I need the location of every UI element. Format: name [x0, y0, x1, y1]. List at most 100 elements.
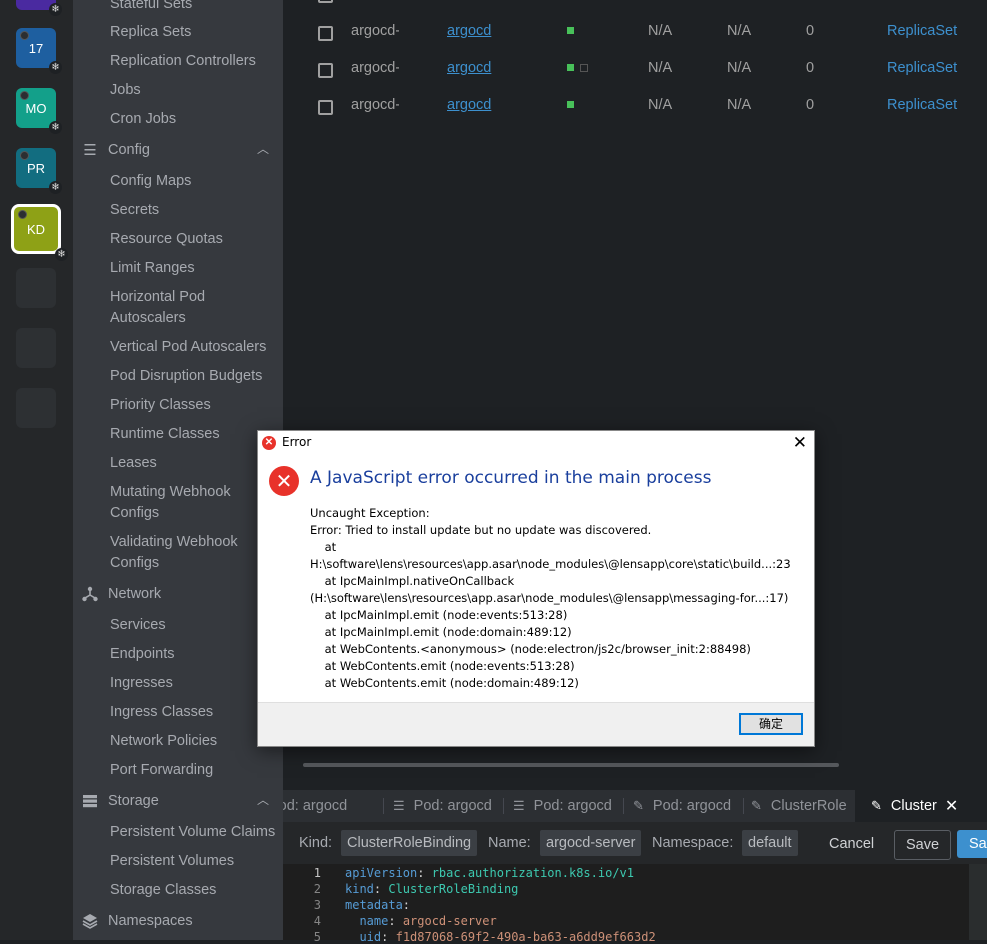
name-value: argocd-server — [540, 830, 642, 856]
ok-button[interactable]: 确定 — [739, 713, 803, 735]
edit-icon: ✎ — [633, 798, 644, 813]
sidebar-item-network-policies[interactable]: Network Policies — [110, 731, 277, 752]
tab-pod-logs-1[interactable]: Pod: argocd — [283, 790, 383, 822]
dialog-message: Uncaught Exception: Error: Tried to inst… — [310, 506, 791, 690]
hotbar-cluster-kd[interactable]: KD ❄ — [11, 204, 68, 261]
save-and-close-button[interactable]: Save — [957, 830, 987, 858]
sidebar-item-services[interactable]: Services — [110, 615, 277, 636]
line-number: 1 — [313, 866, 321, 880]
sidebar-item-pvc[interactable]: Persistent Volume Claims — [110, 822, 277, 843]
sidebar-group-label: Config — [108, 142, 150, 158]
namespace-link[interactable]: argocd — [447, 60, 491, 76]
list-icon: ☰ — [83, 142, 97, 159]
restarts-value: 0 — [806, 23, 815, 39]
line-number: 5 — [313, 930, 321, 944]
container-status — [567, 27, 574, 34]
sidebar-item-runtime-classes[interactable]: Runtime Classes — [110, 424, 277, 445]
tab-label: Pod: argocd — [652, 798, 732, 814]
sidebar-item-stateful-sets[interactable]: Stateful Sets — [110, 0, 277, 15]
sidebar-item-storage-classes[interactable]: Storage Classes — [110, 880, 277, 901]
controlled-by-link[interactable]: ReplicaSet — [887, 97, 957, 113]
yaml-value: ClusterRoleBinding — [388, 882, 519, 896]
sidebar-group-config[interactable]: ☰ Config ︿ — [81, 138, 277, 162]
close-icon[interactable]: ✕ — [793, 433, 807, 453]
cpu-value: N/A — [648, 60, 673, 76]
sidebar-item-replication-controllers[interactable]: Replication Controllers — [110, 51, 277, 72]
sidebar-item-jobs[interactable]: Jobs — [110, 80, 277, 101]
tab-pod-logs-3[interactable]: ☰ Pod: argocd — [513, 790, 613, 822]
sidebar-item-ingresses[interactable]: Ingresses — [110, 673, 277, 694]
hotbar-cluster-pr[interactable]: PR ❄ — [16, 148, 62, 194]
chevron-up-icon[interactable]: ︿ — [257, 140, 269, 157]
row-checkbox[interactable] — [318, 0, 333, 3]
dialog-footer: 确定 — [258, 702, 814, 746]
sidebar-item-cron-jobs[interactable]: Cron Jobs — [110, 109, 277, 130]
hotbar-cluster-mo[interactable]: MO ❄ — [16, 88, 62, 134]
pod-name: argocd- — [351, 23, 399, 39]
sidebar-group-network[interactable]: Network — [81, 582, 277, 606]
list-icon: ☰ — [393, 798, 405, 813]
sidebar-group-namespaces[interactable]: Namespaces — [81, 909, 277, 933]
error-dialog: ✕ Error ✕ ✕ A JavaScript error occurred … — [257, 430, 815, 747]
sidebar-item-config-maps[interactable]: Config Maps — [110, 171, 277, 192]
status-empty-icon — [580, 64, 588, 72]
tab-separator — [383, 798, 384, 814]
close-icon[interactable]: ✕ — [945, 796, 958, 816]
sidebar-item-mutating-webhooks[interactable]: Mutating Webhook Configs — [110, 482, 277, 524]
sidebar-item-replica-sets[interactable]: Replica Sets — [110, 22, 277, 43]
row-checkbox[interactable] — [318, 100, 333, 115]
tab-label: Cluster — [890, 798, 937, 814]
kubernetes-icon: ❄ — [49, 3, 62, 16]
controlled-by-link[interactable]: ReplicaSet — [887, 23, 957, 39]
hotbar-empty-slot[interactable] — [16, 388, 56, 428]
kubernetes-icon: ❄ — [55, 248, 68, 261]
code-line: metadata: — [345, 898, 411, 912]
error-icon: ✕ — [262, 436, 276, 450]
hotbar-empty-slot[interactable] — [16, 328, 56, 368]
sidebar-item-hpa[interactable]: Horizontal Pod Autoscalers — [110, 287, 277, 329]
dialog-titlebar: ✕ Error ✕ — [258, 431, 814, 455]
namespace-link[interactable]: argocd — [447, 23, 491, 39]
line-number: 3 — [313, 898, 321, 912]
tab-pod-edit[interactable]: ✎ Pod: argocd — [633, 790, 733, 822]
sidebar-item-priority-classes[interactable]: Priority Classes — [110, 395, 277, 416]
sidebar-group-storage[interactable]: Storage ︿ — [81, 789, 277, 813]
tab-pod-logs-2[interactable]: ☰ Pod: argocd — [393, 790, 493, 822]
row-checkbox[interactable] — [318, 26, 333, 41]
sidebar-item-vpa[interactable]: Vertical Pod Autoscalers — [110, 337, 277, 358]
sidebar: Stateful Sets Replica Sets Replication C… — [73, 0, 283, 940]
tab-clusterrolebinding-edit[interactable]: ✎ Cluster ✕ — [855, 790, 987, 822]
tab-label: Pod: argocd — [283, 798, 348, 814]
horizontal-scrollbar[interactable] — [303, 763, 839, 767]
table-row[interactable]: argocd- argocd N/A N/A 0 ReplicaSet — [283, 51, 987, 88]
sidebar-item-pv[interactable]: Persistent Volumes — [110, 851, 277, 872]
sidebar-item-endpoints[interactable]: Endpoints — [110, 644, 277, 665]
sidebar-item-validating-webhooks[interactable]: Validating Webhook Configs — [110, 532, 277, 574]
namespace-link[interactable]: argocd — [447, 97, 491, 113]
dialog-heading: A JavaScript error occurred in the main … — [310, 468, 712, 488]
sidebar-item-ingress-classes[interactable]: Ingress Classes — [110, 702, 277, 723]
hotbar-cluster-17[interactable]: 17 ❄ — [16, 28, 62, 74]
yaml-editor[interactable]: 1 apiVersion: rbac.authorization.k8s.io/… — [283, 864, 987, 944]
table-row[interactable]: argocd- argocd N/A N/A 0 ReplicaSet — [283, 88, 987, 125]
row-checkbox[interactable] — [318, 63, 333, 78]
editor-minimap[interactable] — [969, 864, 987, 940]
save-button[interactable]: Save — [894, 830, 952, 860]
sidebar-item-leases[interactable]: Leases — [110, 453, 277, 474]
status-running-icon — [567, 27, 574, 34]
hotbar-empty-slot[interactable] — [16, 268, 56, 308]
controlled-by-link[interactable]: ReplicaSet — [887, 60, 957, 76]
status-dot-icon — [20, 151, 29, 160]
memory-value: N/A — [727, 97, 752, 113]
cancel-button[interactable]: Cancel — [829, 830, 874, 858]
yaml-value: f1d87068-69f2-490a-ba63-a6dd9ef663d2 — [395, 930, 656, 944]
chevron-up-icon[interactable]: ︿ — [257, 791, 269, 808]
sidebar-item-limit-ranges[interactable]: Limit Ranges — [110, 258, 277, 279]
sidebar-item-secrets[interactable]: Secrets — [110, 200, 277, 221]
sidebar-item-resource-quotas[interactable]: Resource Quotas — [110, 229, 277, 250]
tab-clusterrole-edit[interactable]: ✎ ClusterRole — [751, 790, 849, 822]
hotbar-item-partial[interactable]: ❄ — [16, 0, 62, 16]
table-row[interactable]: argocd- argocd N/A N/A 0 ReplicaSet — [283, 14, 987, 51]
sidebar-item-port-forwarding[interactable]: Port Forwarding — [110, 760, 277, 781]
sidebar-item-pdb[interactable]: Pod Disruption Budgets — [110, 366, 277, 387]
